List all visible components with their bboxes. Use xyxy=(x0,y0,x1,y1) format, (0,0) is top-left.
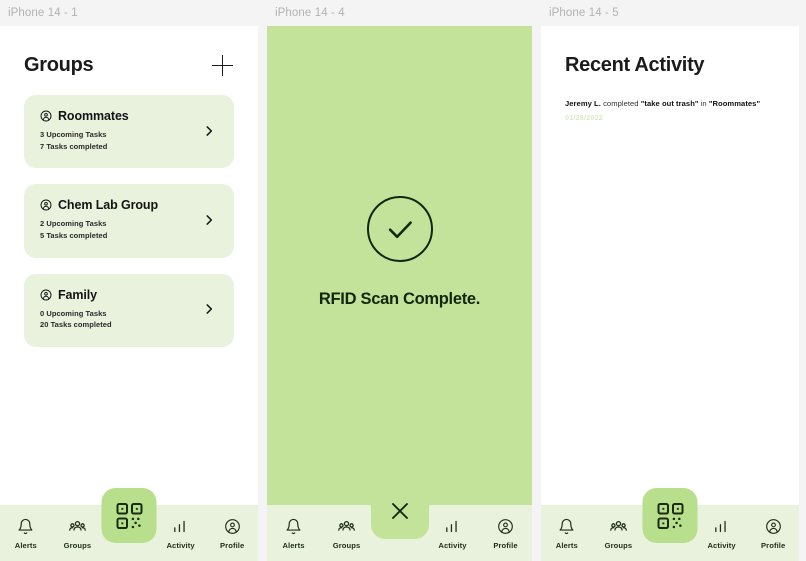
activity-list: Jeremy L. completed "take out trash" in … xyxy=(541,97,799,122)
scan-button[interactable] xyxy=(101,488,157,543)
group-name: Family xyxy=(58,287,97,302)
group-card-list: Roommates 3 Upcoming Tasks 7 Tasks compl… xyxy=(0,95,258,347)
tab-label-activity: Activity xyxy=(166,540,195,550)
people-icon xyxy=(609,517,628,537)
frame-label-3: iPhone 14 - 5 xyxy=(549,7,619,19)
group-card-family[interactable]: Family 0 Upcoming Tasks 20 Tasks complet… xyxy=(24,273,234,347)
group-name: Chem Lab Group xyxy=(58,198,158,213)
page-title: Recent Activity xyxy=(565,54,705,76)
group-card-body: Family 0 Upcoming Tasks 20 Tasks complet… xyxy=(40,288,202,331)
group-completed-tasks: 20 Tasks completed xyxy=(40,320,112,330)
add-group-button[interactable] xyxy=(212,54,234,77)
frame-label-1: iPhone 14 - 1 xyxy=(8,7,78,19)
device-frame-3: iPhone 14 - 5 Recent Activity Jeremy L. … xyxy=(541,0,799,561)
group-card-body: Roommates 3 Upcoming Tasks 7 Tasks compl… xyxy=(40,109,202,152)
chevron-right-icon[interactable] xyxy=(202,124,216,138)
group-title-row: Chem Lab Group xyxy=(40,198,202,212)
group-card-roommates[interactable]: Roommates 3 Upcoming Tasks 7 Tasks compl… xyxy=(24,95,234,169)
qr-code-icon xyxy=(654,500,686,532)
activity-header: Recent Activity xyxy=(541,26,799,77)
group-upcoming-tasks: 3 Upcoming Tasks xyxy=(40,130,107,139)
group-avatar-icon xyxy=(40,289,52,301)
bar-chart-icon xyxy=(444,517,461,537)
scan-success-panel: RFID Scan Complete. xyxy=(267,26,532,561)
tab-label-groups: Groups xyxy=(604,540,633,550)
group-completed-tasks: 7 Tasks completed xyxy=(40,141,108,151)
tab-label-alerts: Alerts xyxy=(555,540,578,550)
screens-canvas: iPhone 14 - 1 Groups Roommates 3 Upcomin… xyxy=(0,0,806,561)
tab-profile[interactable]: Profile xyxy=(479,505,532,561)
activity-group: "Roommates" xyxy=(708,99,761,108)
check-circle-icon xyxy=(366,196,433,262)
tab-label-alerts: Alerts xyxy=(14,540,37,550)
tab-activity[interactable]: Activity xyxy=(155,505,207,561)
tab-alerts[interactable]: Alerts xyxy=(0,505,52,561)
device-frame-1: iPhone 14 - 1 Groups Roommates 3 Upcomin… xyxy=(0,0,258,561)
group-completed-tasks: 5 Tasks completed xyxy=(40,230,108,240)
user-circle-icon xyxy=(765,517,782,537)
list-item[interactable]: Jeremy L. completed "take out trash" in … xyxy=(565,97,775,122)
bell-icon xyxy=(285,517,302,537)
people-icon xyxy=(337,517,356,537)
user-circle-icon xyxy=(224,517,241,537)
tab-label-profile: Profile xyxy=(493,540,518,550)
groups-header: Groups xyxy=(0,26,258,77)
group-card-body: Chem Lab Group 2 Upcoming Tasks 5 Tasks … xyxy=(40,198,202,241)
group-avatar-icon xyxy=(40,110,52,122)
tab-alerts[interactable]: Alerts xyxy=(541,505,593,561)
activity-preposition: in xyxy=(698,99,709,108)
activity-actor: Jeremy L. xyxy=(565,99,601,108)
tab-groups[interactable]: Groups xyxy=(320,505,373,561)
page-title: Groups xyxy=(24,54,94,76)
tab-label-activity: Activity xyxy=(438,540,467,550)
activity-task: "take out trash" xyxy=(640,99,699,108)
group-name: Roommates xyxy=(58,109,129,123)
qr-code-icon xyxy=(113,500,145,532)
group-title-row: Roommates xyxy=(40,109,202,123)
people-icon xyxy=(68,517,87,537)
close-scan-button[interactable] xyxy=(370,483,429,539)
bar-chart-icon xyxy=(713,517,730,537)
tab-label-profile: Profile xyxy=(220,540,245,550)
close-icon xyxy=(388,499,412,523)
group-upcoming-tasks: 0 Upcoming Tasks xyxy=(40,308,107,318)
activity-verb: completed xyxy=(600,99,641,108)
groups-screen: Groups Roommates 3 Upcoming Tasks 7 Task… xyxy=(0,26,258,561)
scan-status-text: RFID Scan Complete. xyxy=(318,290,481,308)
group-title-row: Family xyxy=(40,288,202,302)
chevron-right-icon[interactable] xyxy=(202,302,216,316)
activity-date: 01/28/2022 xyxy=(565,113,603,123)
bell-icon xyxy=(558,517,575,537)
tab-profile[interactable]: Profile xyxy=(206,505,258,561)
tab-label-profile: Profile xyxy=(761,540,786,550)
group-upcoming-tasks: 2 Upcoming Tasks xyxy=(40,219,107,229)
tab-groups[interactable]: Groups xyxy=(52,505,104,561)
device-frame-2: iPhone 14 - 4 RFID Scan Complete. Alerts… xyxy=(267,0,532,561)
scan-screen: RFID Scan Complete. Alerts Groups Activi… xyxy=(267,26,532,561)
tab-label-groups: Groups xyxy=(332,540,361,550)
tab-alerts[interactable]: Alerts xyxy=(267,505,320,561)
group-avatar-icon xyxy=(40,199,52,211)
group-card-chem-lab-group[interactable]: Chem Lab Group 2 Upcoming Tasks 5 Tasks … xyxy=(24,184,234,258)
tab-activity[interactable]: Activity xyxy=(696,505,748,561)
user-circle-icon xyxy=(497,517,514,537)
frame-label-2: iPhone 14 - 4 xyxy=(275,7,345,19)
tab-profile[interactable]: Profile xyxy=(747,505,799,561)
tab-label-activity: Activity xyxy=(707,540,736,550)
scan-button[interactable] xyxy=(642,488,698,543)
activity-text: Jeremy L. completed "take out trash" in … xyxy=(565,97,775,110)
tab-activity[interactable]: Activity xyxy=(426,505,479,561)
activity-screen: Recent Activity Jeremy L. completed "tak… xyxy=(541,26,799,561)
bar-chart-icon xyxy=(172,517,189,537)
tab-label-groups: Groups xyxy=(63,540,92,550)
tab-groups[interactable]: Groups xyxy=(593,505,645,561)
chevron-right-icon[interactable] xyxy=(202,213,216,227)
bell-icon xyxy=(17,517,34,537)
tab-label-alerts: Alerts xyxy=(282,540,305,550)
